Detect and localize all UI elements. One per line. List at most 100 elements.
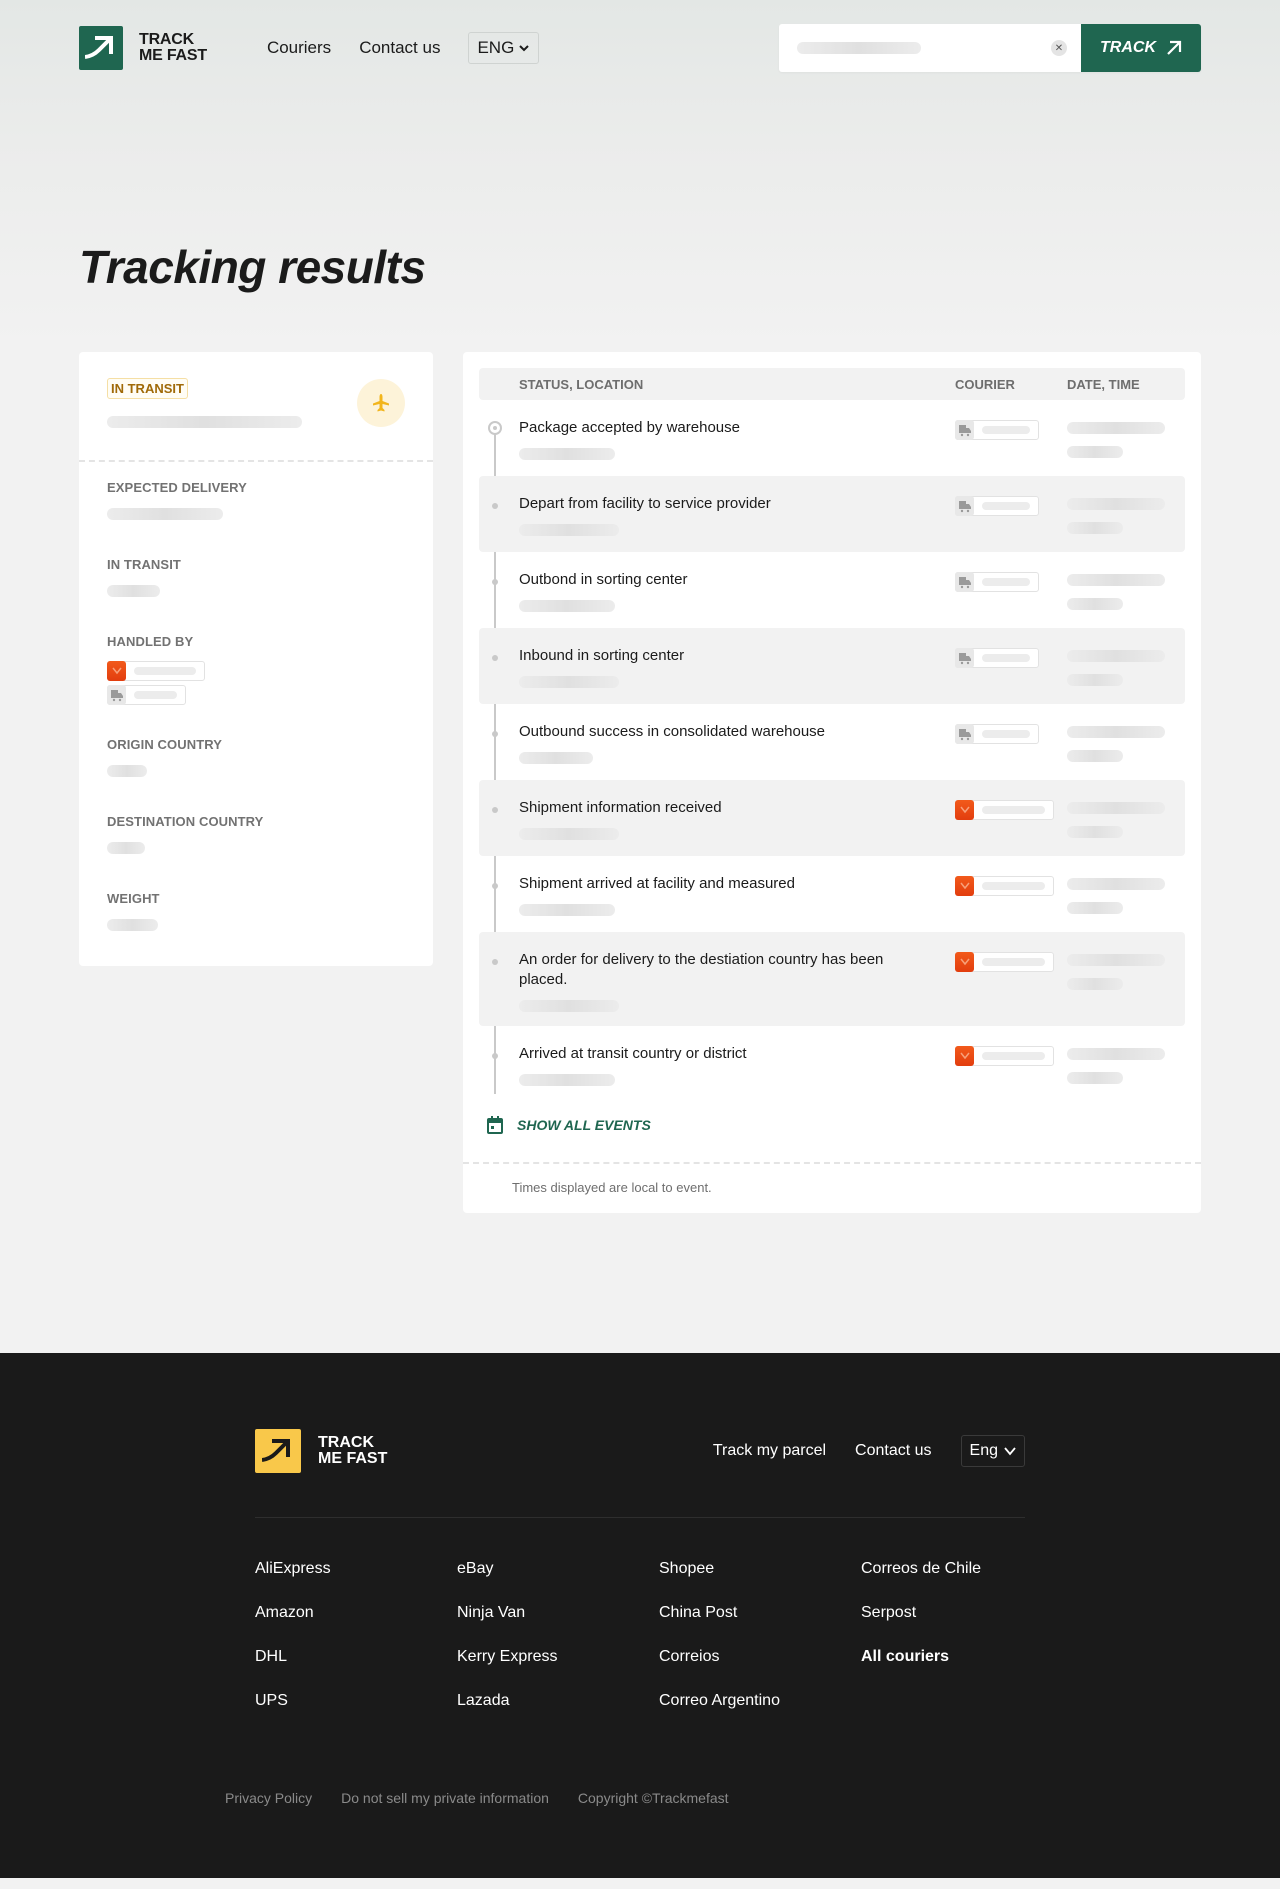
event-date-time [1067,1044,1185,1088]
footer-nav-contact-us[interactable]: Contact us [855,1442,931,1460]
event-row: Inbound in sorting center [479,628,1185,704]
event-time-skeleton [1067,750,1123,762]
courier-name-skeleton [982,1052,1045,1060]
show-all-events-button[interactable]: SHOW ALL EVENTS [479,1102,1185,1162]
event-courier [955,950,1067,1012]
event-row: Outbond in sorting center [479,552,1185,628]
footer: TRACK ME FAST Track my parcel Contact us… [0,1353,1280,1878]
footer-courier-link[interactable]: Lazada [457,1692,659,1710]
event-courier [955,418,1067,462]
footer-logo[interactable]: TRACK ME FAST [255,1429,387,1473]
destination-country-field: DESTINATION COUNTRY [107,814,405,859]
courier-name-skeleton [982,958,1045,966]
event-date-skeleton [1067,1048,1165,1060]
courier-name-skeleton [982,806,1045,814]
footer-courier-link[interactable]: AliExpress [255,1560,457,1578]
footer-top: TRACK ME FAST Track my parcel Contact us… [255,1429,1025,1518]
footer-logo-arrow-icon [255,1429,301,1473]
event-row: Depart from facility to service provider [479,476,1185,552]
summary-body: EXPECTED DELIVERY IN TRANSIT HANDLED BY [79,462,433,966]
expected-delivery-label: EXPECTED DELIVERY [107,480,247,495]
footer-courier-link[interactable]: UPS [255,1692,457,1710]
event-date-time [1067,570,1185,614]
nav-contact-us[interactable]: Contact us [359,38,440,58]
footer-language-select[interactable]: Eng [960,1435,1025,1467]
truck-icon [955,496,975,516]
footer-nav: Track my parcel Contact us Eng [713,1435,1025,1467]
footer-courier-link[interactable]: All couriers [861,1648,1025,1666]
origin-country-field: ORIGIN COUNTRY [107,737,405,782]
event-row: Package accepted by warehouse [479,400,1185,476]
aliexpress-icon [107,661,127,681]
courier-chip[interactable] [955,1046,1054,1066]
courier-name-skeleton [982,654,1030,662]
event-date-skeleton [1067,650,1165,662]
footer-courier-link[interactable]: eBay [457,1560,659,1578]
footer-bottom-links: Privacy Policy Do not sell my private inf… [0,1790,1280,1806]
main-nav: Couriers Contact us ENG [267,32,540,64]
language-select[interactable]: ENG [468,32,540,64]
nav-couriers[interactable]: Couriers [267,38,331,58]
footer-nav-track-my-parcel[interactable]: Track my parcel [713,1442,826,1460]
event-status: Arrived at transit country or district [479,1044,955,1088]
event-time-skeleton [1067,446,1123,458]
track-button[interactable]: TRACK [1081,24,1201,72]
footer-courier-link[interactable]: DHL [255,1648,457,1666]
courier-chip[interactable] [955,572,1039,592]
footer-language-value: Eng [969,1442,998,1459]
footer-courier-link[interactable]: Kerry Express [457,1648,659,1666]
plane-icon [357,379,405,427]
event-time-skeleton [1067,674,1123,686]
courier-name-skeleton [982,502,1030,510]
event-location-skeleton [519,524,619,536]
event-date-time [1067,798,1185,842]
tracking-search: ✕ TRACK [779,24,1201,72]
footer-courier-link[interactable]: China Post [659,1604,861,1622]
event-date-skeleton [1067,498,1165,510]
truck-icon [955,724,975,744]
event-title: Inbound in sorting center [519,647,685,664]
footer-legal-link[interactable]: Privacy Policy [225,1790,312,1806]
aliexpress-icon [955,1046,975,1066]
courier-chip[interactable] [955,952,1054,972]
clear-input-icon[interactable]: ✕ [1051,40,1067,56]
courier-name-skeleton [982,426,1030,434]
logo[interactable]: TRACK ME FAST [79,26,207,70]
expected-delivery-value [107,508,223,520]
courier-chip[interactable] [955,420,1039,440]
footer-courier-link[interactable]: Shopee [659,1560,861,1578]
header: TRACK ME FAST Couriers Contact us ENG ✕ … [79,24,1201,72]
courier-chip-local[interactable] [107,685,186,705]
footer-courier-link[interactable]: Amazon [255,1604,457,1622]
tracking-events-card: STATUS, LOCATION COURIER DATE, TIME Pack… [463,352,1201,1213]
weight-value [107,919,158,931]
footer-courier-link[interactable]: Correios [659,1648,861,1666]
language-value: ENG [477,38,515,57]
footer-courier-link[interactable]: Ninja Van [457,1604,659,1622]
timeline-dot [492,807,498,813]
copyright-text: Copyright ©Trackmefast [577,1790,729,1806]
handled-by-field: HANDLED BY [107,634,405,705]
footer-legal-link[interactable]: Do not sell my private information [341,1790,549,1806]
truck-icon [955,648,975,668]
courier-chip[interactable] [955,496,1039,516]
event-date-skeleton [1067,422,1165,434]
shipment-summary-card: IN TRANSIT EXPECTED DELIVERY IN TRANSIT … [79,352,433,966]
footer-courier-link[interactable]: Serpost [861,1604,1025,1622]
courier-chip-aliexpress[interactable] [107,661,205,681]
courier-chip[interactable] [955,800,1054,820]
page-title: Tracking results [79,241,426,293]
courier-name-skeleton [134,691,177,699]
courier-chip[interactable] [955,724,1039,744]
timeline-dot [492,579,498,585]
event-status: Package accepted by warehouse [479,418,955,462]
courier-chip[interactable] [955,876,1054,896]
column-status-location: STATUS, LOCATION [519,376,644,392]
tracking-number-input[interactable]: ✕ [779,24,1081,72]
footer-courier-link[interactable]: Correo Argentino [659,1692,861,1710]
courier-chip[interactable] [955,648,1039,668]
footer-courier-link[interactable]: Correos de Chile [861,1560,1025,1578]
event-date-skeleton [1067,726,1165,738]
footer-couriers-grid: AliExpress eBay Shopee Correos de Chile Amaz… [255,1518,1025,1710]
origin-country-value [107,765,147,777]
